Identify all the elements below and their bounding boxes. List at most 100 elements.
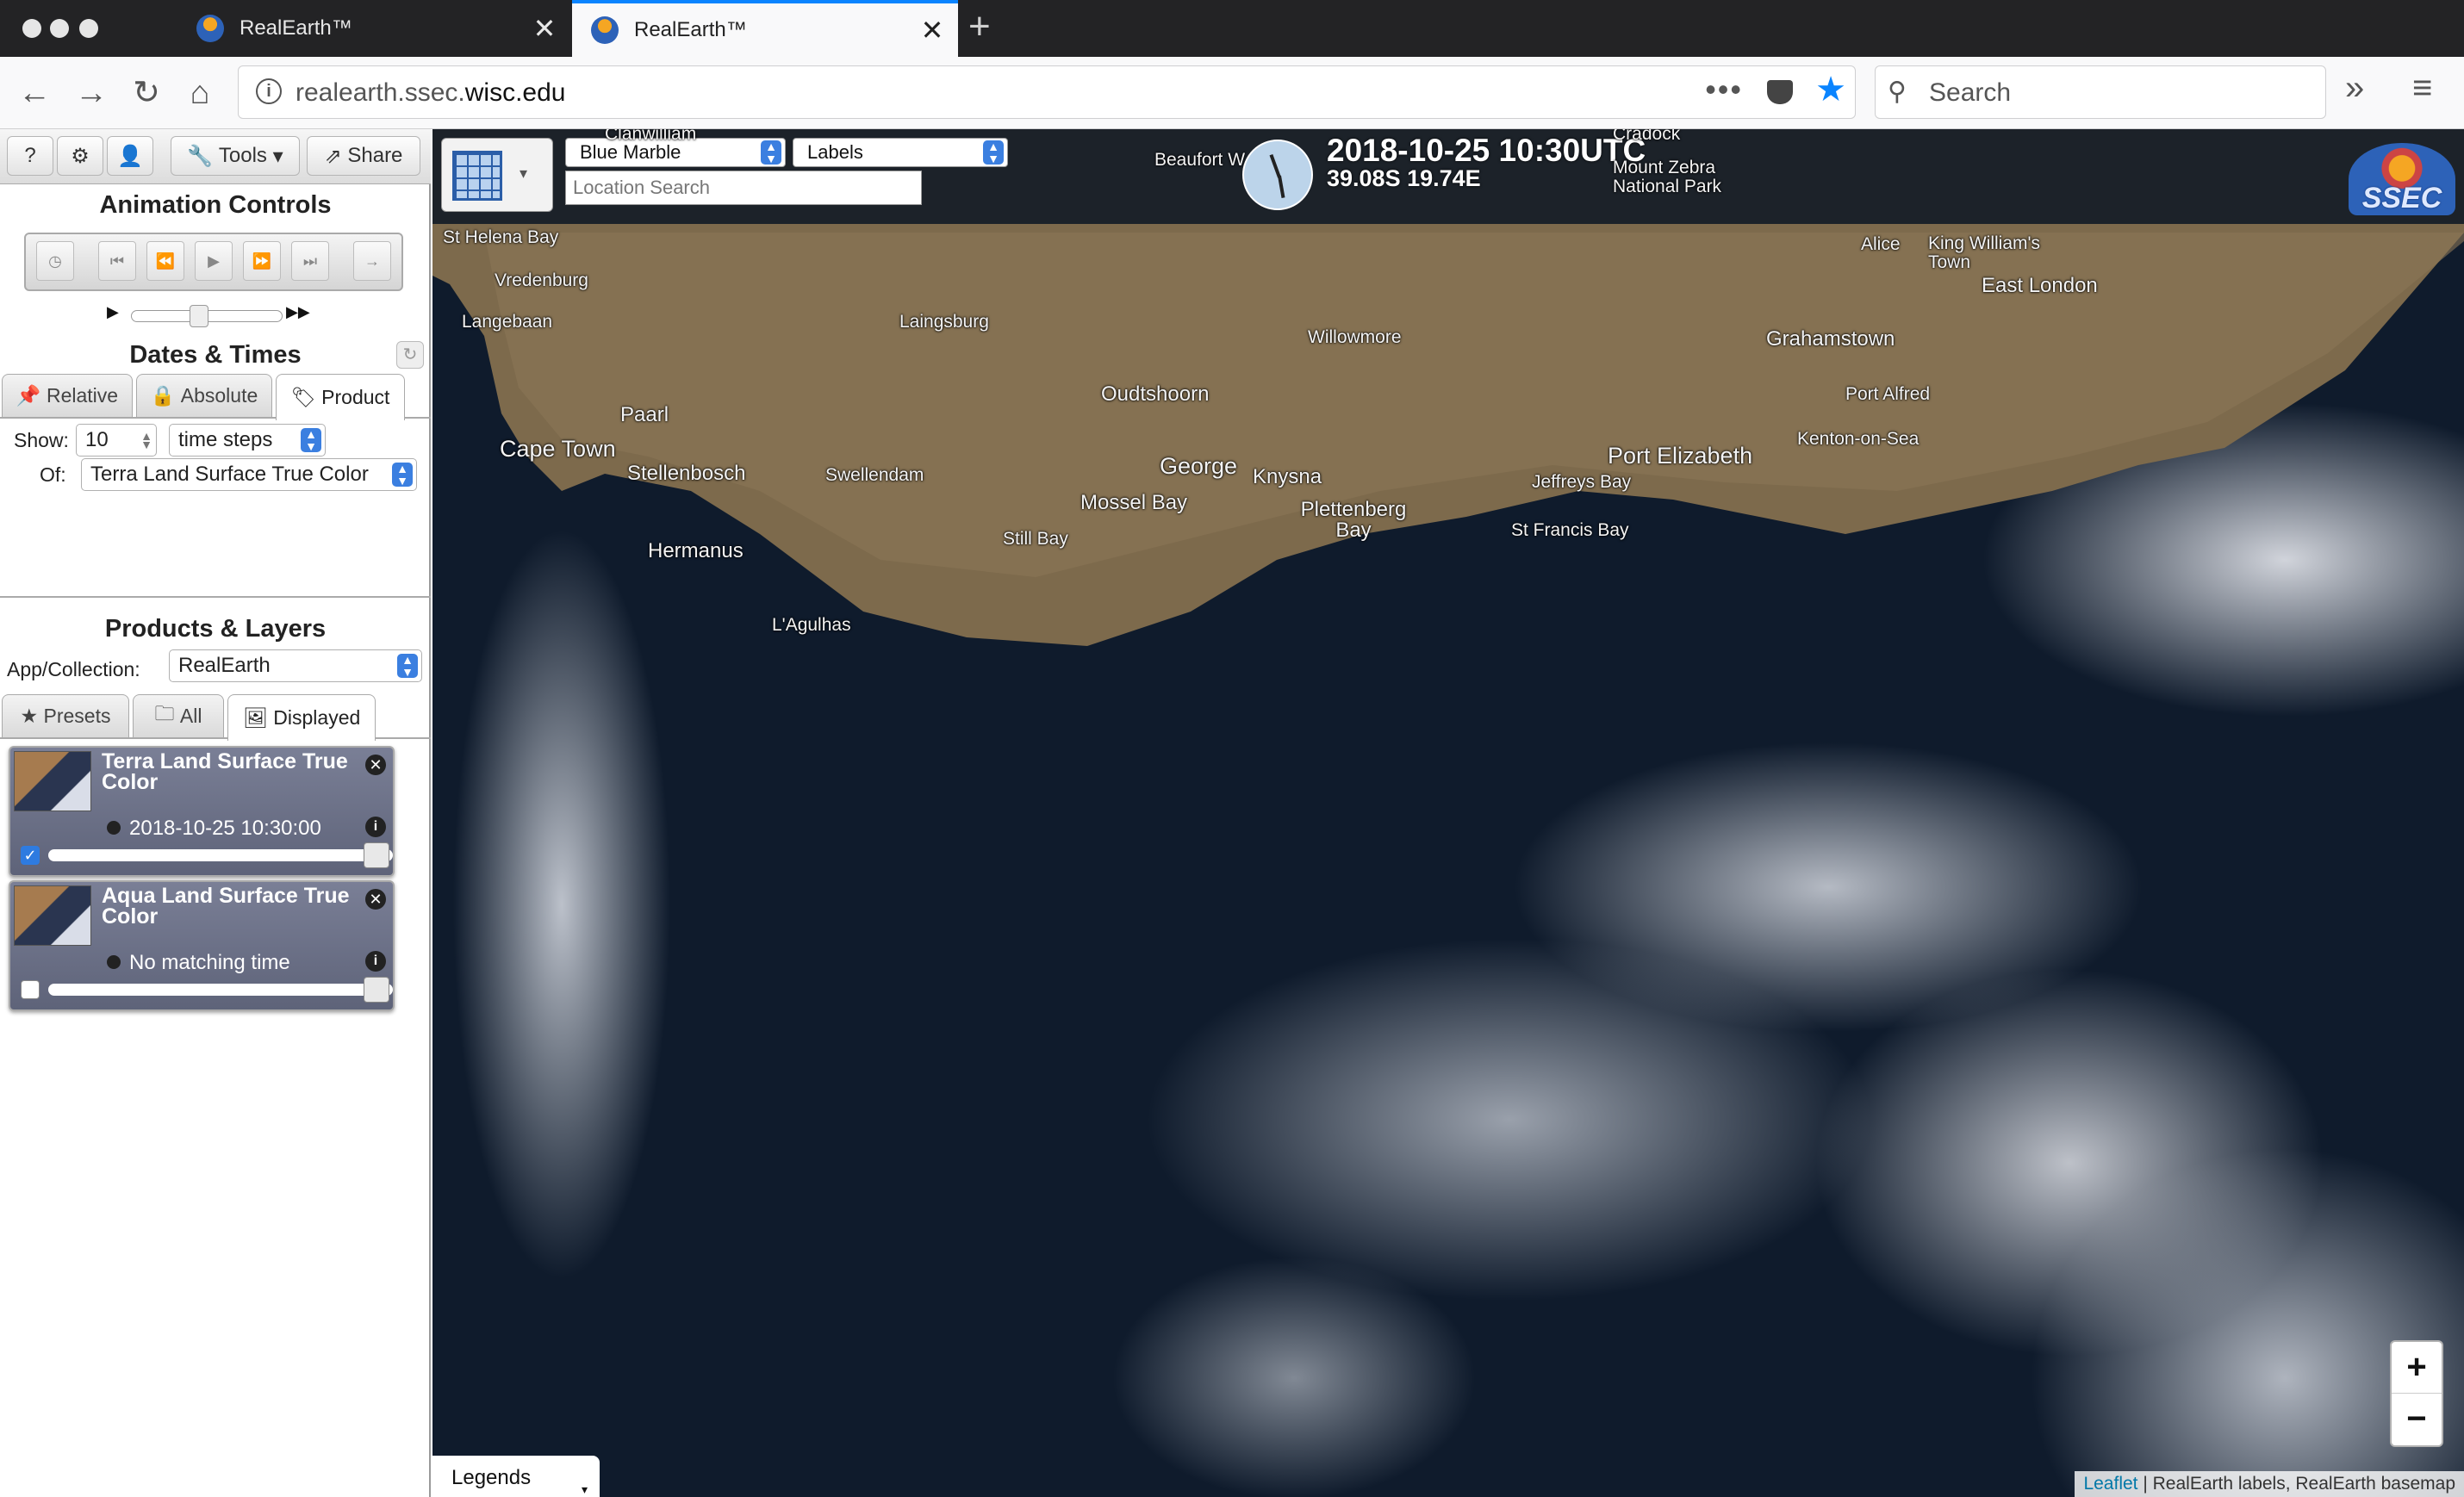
product-select[interactable]: Terra Land Surface True Color ▲ ▼ [81,458,417,491]
new-tab-icon[interactable]: + [968,5,991,48]
settings-gear-icon[interactable]: ⚙ [57,136,103,176]
remove-layer-icon[interactable]: ✕ [365,755,386,775]
layer-opacity-knob[interactable] [364,977,389,1003]
close-tab-icon[interactable]: ✕ [519,12,570,45]
place-label: Alice [1861,234,1901,254]
share-button[interactable]: ⇗ Share [307,136,420,176]
browser-search-input[interactable]: ⚲ Search [1875,65,2326,119]
legends-toggle[interactable]: Legends ▾ [432,1456,600,1497]
minimize-window-button[interactable] [50,19,69,38]
of-label: Of: [40,463,66,486]
select-arrows-icon: ▲ ▼ [983,140,1004,165]
show-count-value: 10 [85,428,109,451]
layer-card-terra[interactable]: Terra Land Surface True Color ✕ 2018-10-… [9,746,395,877]
place-label: St Helena Bay [443,227,559,247]
site-info-icon[interactable]: i [256,78,282,104]
first-frame-icon[interactable]: ⏮ [98,241,136,281]
place-label: Vredenburg [495,270,588,290]
url-bar[interactable]: i realearth.ssec.wisc.edu ••• ★ [238,65,1856,119]
realearth-favicon-icon [196,15,224,42]
layer-opacity-knob[interactable] [364,842,389,868]
panel-toolbar: ? ⚙ 👤 🔧 Tools ▾ ⇗ Share [0,129,431,184]
play-icon[interactable]: ▶ [195,241,233,281]
ssec-logo-text: SSEC [2361,182,2442,214]
layer-visible-checkbox[interactable] [21,980,40,999]
overflow-menu-icon[interactable]: » [2345,69,2364,108]
zoom-window-button[interactable] [79,19,98,38]
dates-tabs: 📌 Relative 🔒 Absolute 🏷 Product [0,372,431,420]
place-label: St Francis Bay [1511,520,1629,540]
tools-button[interactable]: 🔧 Tools ▾ [171,136,300,176]
layer-opacity-slider[interactable] [48,984,393,996]
satellite-map[interactable]: ▾ Blue Marble ▲ ▼ Labels ▲ ▼ Location Search… [432,129,2464,1497]
browser-tab-2[interactable]: RealEarth™ ✕ [572,0,958,57]
tab-absolute[interactable]: 🔒 Absolute [136,374,272,417]
place-label: Langebaan [462,312,553,332]
step-forward-icon[interactable]: ⏩ [243,241,281,281]
time-steps-select[interactable]: time steps ▲ ▼ [169,424,326,457]
tab-displayed[interactable]: 🖼 Displayed [227,694,376,741]
layer-opacity-slider[interactable] [48,849,393,861]
browser-tab-1[interactable]: RealEarth™ ✕ [177,0,570,57]
tab-product[interactable]: 🏷 Product [276,374,405,420]
forward-icon[interactable]: → [71,72,112,114]
layer-card-aqua[interactable]: Aqua Land Surface True Color ✕ No matchi… [9,880,395,1011]
refresh-icon[interactable]: ↻ [396,341,424,369]
zoom-in-button[interactable]: + [2392,1342,2442,1394]
back-icon[interactable]: ← [14,72,55,114]
tab-relative[interactable]: 📌 Relative [2,374,133,417]
dates-times-title: Dates & Times [129,341,302,369]
stepper-arrows-icon: ▲ ▼ [140,429,152,451]
next-arrow-icon[interactable]: → [353,241,391,281]
tab-all[interactable]: 🗀 All [133,694,224,737]
layer-visible-checkbox[interactable]: ✓ [21,846,40,865]
layer-time: 2018-10-25 10:30:00 [107,817,321,841]
map-attribution: Leaflet | RealEarth labels, RealEarth ba… [2075,1471,2464,1497]
speed-slider[interactable]: ▶ ▶▶ [107,303,322,329]
close-window-button[interactable] [22,19,41,38]
help-button[interactable]: ? [7,136,53,176]
clock-icon[interactable]: ◷ [36,241,74,281]
zoom-out-button[interactable]: − [2392,1394,2442,1445]
place-label: King William's Town [1928,233,2041,272]
step-back-icon[interactable]: ⏪ [146,241,184,281]
basemap-picker-button[interactable]: ▾ [441,138,553,212]
layer-info-icon[interactable]: i [365,951,386,972]
reload-icon[interactable]: ↻ [126,72,167,114]
place-label: Laingsburg [899,312,989,332]
map-coordinates: 39.08S 19.74E [1327,165,1481,191]
place-label: L'Agulhas [772,615,851,635]
place-label: George [1160,453,1238,479]
layer-info-icon[interactable]: i [365,817,386,837]
bookmark-star-icon[interactable]: ★ [1815,70,1846,109]
app-collection-value: RealEarth [178,654,271,677]
speed-knob[interactable] [190,305,208,327]
layer-thumbnail [14,751,91,811]
location-search-input[interactable]: Location Search [565,171,922,205]
place-label: Swellendam [825,465,924,485]
user-icon[interactable]: 👤 [107,136,153,176]
app-collection-select[interactable]: RealEarth ▲ ▼ [169,649,422,682]
place-label: Plettenberg Bay [1300,498,1407,542]
tab-title: RealEarth™ [634,18,747,41]
ssec-logo[interactable]: SSEC [2349,143,2455,215]
hamburger-menu-icon[interactable]: ≡ [2412,69,2432,108]
tab-presets[interactable]: ★ Presets [2,694,129,737]
tab-label: Absolute [180,384,258,407]
labels-value: Labels [807,141,863,163]
page-actions-icon[interactable]: ••• [1705,71,1743,108]
animation-button-group: ◷ ⏮ ⏪ ▶ ⏩ ⏭ → [24,233,403,291]
pocket-icon[interactable] [1767,80,1793,104]
show-label: Show: [14,429,69,451]
show-count-stepper[interactable]: 10 ▲ ▼ [76,424,157,457]
home-icon[interactable]: ⌂ [179,72,221,114]
select-arrows-icon: ▲ ▼ [392,463,413,487]
chevron-down-icon: ▾ [272,144,283,168]
leaflet-link[interactable]: Leaflet [2083,1474,2137,1494]
close-tab-icon[interactable]: ✕ [906,14,958,47]
labels-select[interactable]: Labels ▲ ▼ [793,138,1008,167]
remove-layer-icon[interactable]: ✕ [365,889,386,910]
search-icon: ⚲ [1888,78,1907,106]
clock-icon [1242,140,1313,210]
last-frame-icon[interactable]: ⏭ [291,241,329,281]
